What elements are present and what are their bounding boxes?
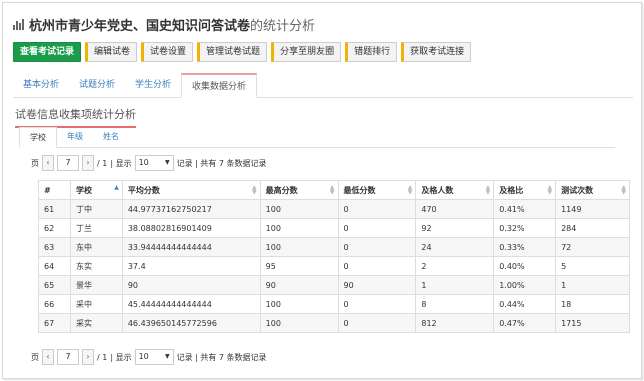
tab-question-analysis[interactable]: 试题分析 — [69, 73, 125, 97]
subtab-name[interactable]: 姓名 — [93, 127, 129, 147]
page-title: 杭州市青少年党史、国史知识问答试卷 的统计分析 — [13, 13, 315, 35]
field-tabs: 学校 年级 姓名 — [19, 127, 615, 148]
dropdown-caret-icon: ▼ — [164, 159, 170, 166]
panel-title: 试卷信息收集项统计分析 — [15, 106, 136, 128]
title-suffix: 的统计分析 — [250, 18, 316, 34]
prev-page-button[interactable]: ‹ — [42, 349, 54, 365]
table-row: 65 景华 90 90 90 1 1.00% 1 — [38, 275, 630, 295]
prev-page-button[interactable]: ‹ — [42, 155, 54, 171]
page-label: 页 — [31, 158, 39, 168]
sort-asc-icon: ▲ — [114, 184, 119, 191]
page-label: 页 — [31, 352, 39, 362]
sort-icon: ▲ ▼ — [407, 184, 413, 196]
sort-icon: ▲ ▼ — [329, 184, 335, 196]
show-label: | 显示 — [110, 158, 132, 168]
show-label: | 显示 — [110, 352, 132, 362]
stats-table: # 学校 ▲ 平均分数 ▲ ▼ 最高分数 ▲ ▼ 最低分数 ▲ ▼ 及格人数 ▲ ▼ 及格比 ▲ ▼ … — [38, 180, 630, 333]
manage-questions-button[interactable]: 管理试卷试题 — [197, 42, 268, 62]
total-pages: / 1 — [97, 158, 108, 168]
sort-icon: ▲ ▼ — [485, 184, 491, 196]
table-row: 66 采中 45.44444444444444 100 0 8 0.44% 18 — [38, 294, 630, 314]
col-pass-rate[interactable]: 及格比 ▲ ▼ — [493, 180, 557, 200]
sort-icon: ▲ ▼ — [547, 184, 553, 196]
tab-collected-data-analysis[interactable]: 收集数据分析 — [181, 73, 258, 98]
records-info: 记录 | 共有 7 条数据记录 — [176, 158, 267, 168]
page-frame: 杭州市青少年党史、国史知识问答试卷 的统计分析 查看考试记录 编辑试卷 试卷设置… — [2, 2, 642, 379]
tab-basic-analysis[interactable]: 基本分析 — [13, 73, 69, 97]
dropdown-caret-icon: ▼ — [164, 353, 170, 360]
next-page-button[interactable]: › — [82, 349, 94, 365]
wrong-ranking-button[interactable]: 错题排行 — [345, 42, 398, 62]
pager-top: 页 ‹ 7 › / 1 | 显示 10 ▼ 记录 | 共有 7 条数据记录 — [31, 155, 267, 171]
table-row: 62 丁兰 38.08802816901409 100 0 92 0.32% 284 — [38, 218, 630, 238]
table-row: 67 采实 46.439650145772596 100 0 812 0.47% 1715 — [38, 313, 630, 333]
table-row: 63 东中 33.94444444444444 100 0 24 0.33% 72 — [38, 237, 630, 257]
next-page-button[interactable]: › — [82, 155, 94, 171]
page-size-select[interactable]: 10 ▼ — [134, 349, 174, 365]
page-size-value: 10 — [138, 352, 149, 361]
share-moments-button[interactable]: 分享至朋友圈 — [271, 42, 342, 62]
pager-bottom: 页 ‹ 7 › / 1 | 显示 10 ▼ 记录 | 共有 7 条数据记录 — [31, 349, 267, 365]
page-size-select[interactable]: 10 ▼ — [134, 155, 174, 171]
col-school[interactable]: 学校 ▲ — [69, 180, 123, 200]
col-pass-count[interactable]: 及格人数 ▲ ▼ — [415, 180, 495, 200]
view-exam-records-button[interactable]: 查看考试记录 — [13, 42, 82, 62]
sort-icon: ▲ ▼ — [621, 184, 626, 196]
exam-settings-button[interactable]: 试卷设置 — [141, 42, 194, 62]
table-row: 61 丁中 44.97737162750217 100 0 470 0.41% 1149 — [38, 199, 630, 219]
toolbar: 查看考试记录 编辑试卷 试卷设置 管理试卷试题 分享至朋友圈 错题排行 获取考试… — [13, 42, 472, 62]
col-max-score[interactable]: 最高分数 ▲ ▼ — [259, 180, 339, 200]
edit-exam-button[interactable]: 编辑试卷 — [85, 42, 138, 62]
exam-name: 杭州市青少年党史、国史知识问答试卷 — [29, 18, 251, 34]
sort-icon: ▲ ▼ — [252, 184, 257, 196]
bar-chart-icon — [13, 18, 25, 30]
col-avg-score[interactable]: 平均分数 ▲ ▼ — [121, 180, 261, 200]
get-exam-link-button[interactable]: 获取考试连接 — [401, 42, 472, 62]
analysis-tabs: 基本分析 试题分析 学生分析 收集数据分析 — [13, 73, 633, 98]
subtab-school[interactable]: 学校 — [19, 127, 57, 148]
records-info: 记录 | 共有 7 条数据记录 — [176, 352, 267, 362]
table-row: 64 东实 37.4 95 0 2 0.40% 5 — [38, 256, 630, 276]
tab-student-analysis[interactable]: 学生分析 — [125, 73, 181, 97]
total-pages: / 1 — [97, 352, 108, 362]
page-input[interactable]: 7 — [57, 155, 79, 171]
col-index[interactable]: # — [38, 180, 71, 200]
col-test-count[interactable]: 测试次数 ▲ ▼ — [555, 180, 630, 200]
page-size-value: 10 — [138, 158, 149, 167]
col-min-score[interactable]: 最低分数 ▲ ▼ — [337, 180, 417, 200]
page-input[interactable]: 7 — [57, 349, 79, 365]
subtab-grade[interactable]: 年级 — [57, 127, 93, 147]
table-header-row: # 学校 ▲ 平均分数 ▲ ▼ 最高分数 ▲ ▼ 最低分数 ▲ ▼ 及格人数 ▲ ▼ 及格比 ▲ ▼ … — [38, 180, 630, 200]
